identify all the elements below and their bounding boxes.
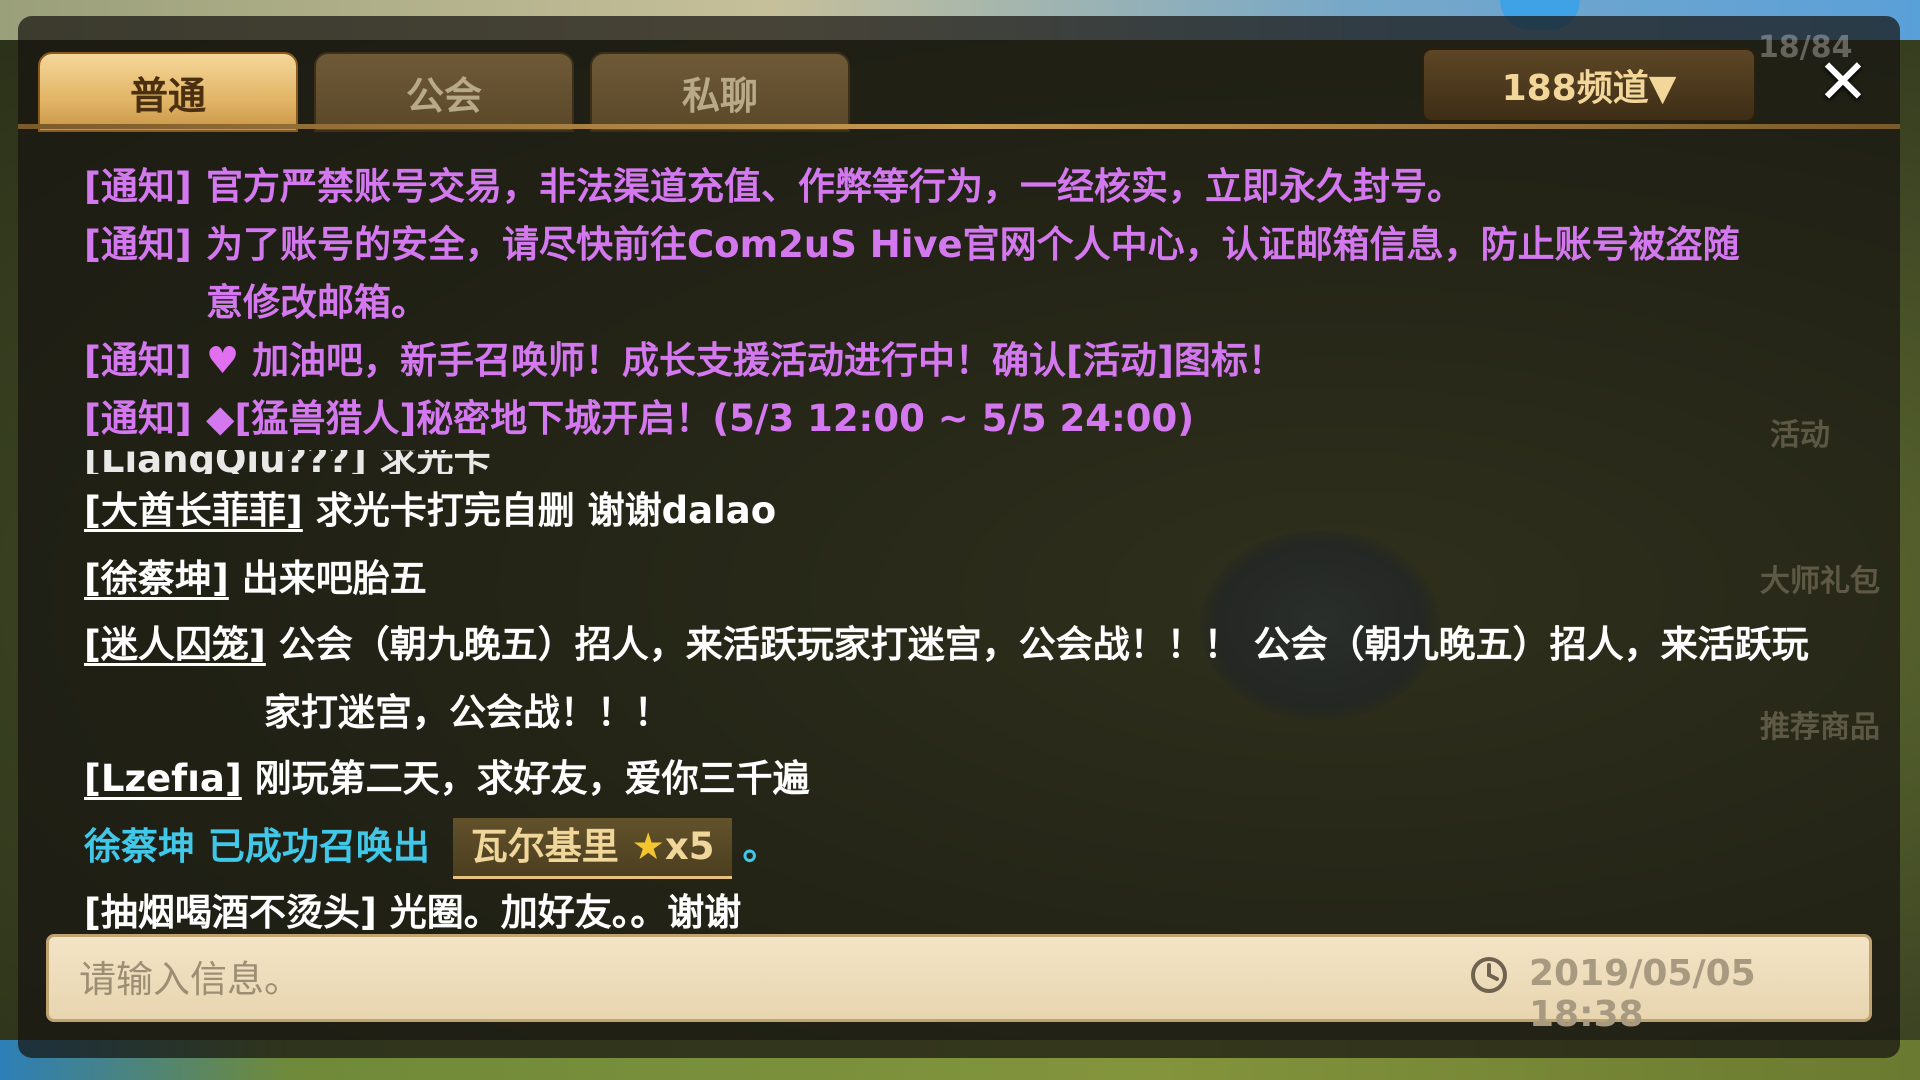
- summon-announcement: 徐蔡坤 已成功召唤出 瓦尔基里 ★x5。: [84, 818, 779, 879]
- monster-name: 瓦尔基里: [470, 825, 619, 868]
- chat-tab-bar: 普通 公会 私聊 18/84 188频道▼ ✕: [18, 16, 1900, 132]
- side-menu-master-pack-label: 大师礼包: [1760, 564, 1880, 599]
- player-name-link[interactable]: [徐蔡坤]: [84, 557, 229, 600]
- notice-tag: [通知]: [84, 165, 192, 208]
- side-menu-recommended-label: 推荐商品: [1760, 710, 1880, 745]
- chat-message-list[interactable]: [通知] 官方严禁账号交易，非法渠道充值、作弊等行为，一经核实，立即永久封号。 […: [84, 142, 1844, 932]
- player-name-link[interactable]: [迷人囚笼]: [84, 623, 266, 666]
- tab-divider: [18, 124, 1900, 129]
- chat-message: [Lzefıa] 刚玩第二天，求好友，爱你三千遍: [84, 750, 810, 808]
- notice-text: 官方严禁账号交易，非法渠道充值、作弊等行为，一经核实，立即永久封号。: [206, 165, 1464, 208]
- summon-action-text: 已成功召唤出: [207, 825, 430, 868]
- notice-text: 意修改邮箱。: [206, 281, 428, 324]
- chat-message-continued: 家打迷宫，公会战！！！: [84, 684, 671, 742]
- notice-tag: [通知]: [84, 223, 192, 266]
- chat-message: [大酋长菲菲] 求光卡打完自删 谢谢dalao: [84, 482, 776, 540]
- clipped-chat-line: [LiangQiu???] 求光卡: [84, 450, 491, 474]
- notice-message: [通知] 官方严禁账号交易，非法渠道充值、作弊等行为，一经核实，立即永久封号。: [84, 158, 1464, 216]
- notice-message: [通知] ♥ 加油吧，新手召唤师！成长支援活动进行中！确认[活动]图标！: [84, 332, 1285, 390]
- chat-panel: 普通 公会 私聊 18/84 188频道▼ ✕ [通知] 官方严禁账号交易，非法渠…: [18, 16, 1900, 1058]
- summon-player-name: 徐蔡坤: [84, 825, 195, 868]
- player-name-link[interactable]: [Lzefıa]: [84, 757, 242, 800]
- notice-tag: [通知]: [84, 339, 192, 382]
- chat-message: [抽烟喝酒不烫头] 光圈。加好友。。谢谢: [84, 884, 741, 932]
- star-count: x5: [664, 825, 715, 868]
- notice-text: 加油吧，新手召唤师！成长支援活动进行中！确认[活动]图标！: [252, 339, 1285, 382]
- chat-text: 光圈。加好友。。谢谢: [389, 891, 742, 932]
- chat-message: [徐蔡坤] 出来吧胎五: [84, 550, 427, 608]
- chat-text: 公会（朝九晚五）招人，来活跃玩家打迷宫，公会战！！！ 公会（朝九晚五）招人，来活…: [278, 623, 1809, 666]
- player-name-link[interactable]: [抽烟喝酒不烫头]: [84, 891, 377, 932]
- chat-text: 出来吧胎五: [241, 557, 427, 600]
- notice-text: 为了账号的安全，请尽快前往Com2uS Hive官网个人中心，认证邮箱信息，防止…: [206, 223, 1740, 266]
- notice-message: [通知] ◆[猛兽猎人]秘密地下城开启！(5/3 12:00 ~ 5/5 24:0…: [84, 390, 1194, 448]
- side-menu-activity-label: 活动: [1770, 418, 1830, 453]
- chat-text: 家打迷宫，公会战！！！: [264, 691, 671, 734]
- summon-end-punct: 。: [742, 825, 780, 868]
- chat-message-input[interactable]: [77, 951, 1181, 1007]
- channel-select-button[interactable]: 188频道▼: [1422, 48, 1756, 122]
- notice-tag: [通知]: [84, 397, 192, 440]
- timestamp: 2019/05/05 18:38: [1529, 953, 1756, 1035]
- notice-message: [通知] 为了账号的安全，请尽快前往Com2uS Hive官网个人中心，认证邮箱信…: [84, 216, 1740, 274]
- clock-icon: [1471, 957, 1507, 993]
- summoned-monster-badge[interactable]: 瓦尔基里 ★x5: [452, 818, 733, 879]
- close-icon[interactable]: ✕: [1808, 45, 1878, 118]
- notice-text: ◆[猛兽猎人]秘密地下城开启！(5/3 12:00 ~ 5/5 24:00): [206, 397, 1195, 440]
- tab-general[interactable]: 普通: [38, 52, 298, 132]
- tab-private[interactable]: 私聊: [590, 52, 850, 132]
- star-icon: ★: [631, 825, 665, 868]
- notice-message-continued: 意修改邮箱。: [84, 274, 428, 332]
- player-name-link[interactable]: [大酋长菲菲]: [84, 489, 303, 532]
- chat-message: [迷人囚笼] 公会（朝九晚五）招人，来活跃玩家打迷宫，公会战！！！ 公会（朝九晚…: [84, 616, 1809, 674]
- chat-input-bar: 2019/05/05 18:38: [46, 934, 1872, 1035]
- chat-text: 求光卡打完自删 谢谢dalao: [315, 489, 777, 532]
- heart-icon: ♥: [206, 339, 240, 382]
- chat-text: 刚玩第二天，求好友，爱你三千遍: [254, 757, 810, 800]
- tab-guild[interactable]: 公会: [314, 52, 574, 132]
